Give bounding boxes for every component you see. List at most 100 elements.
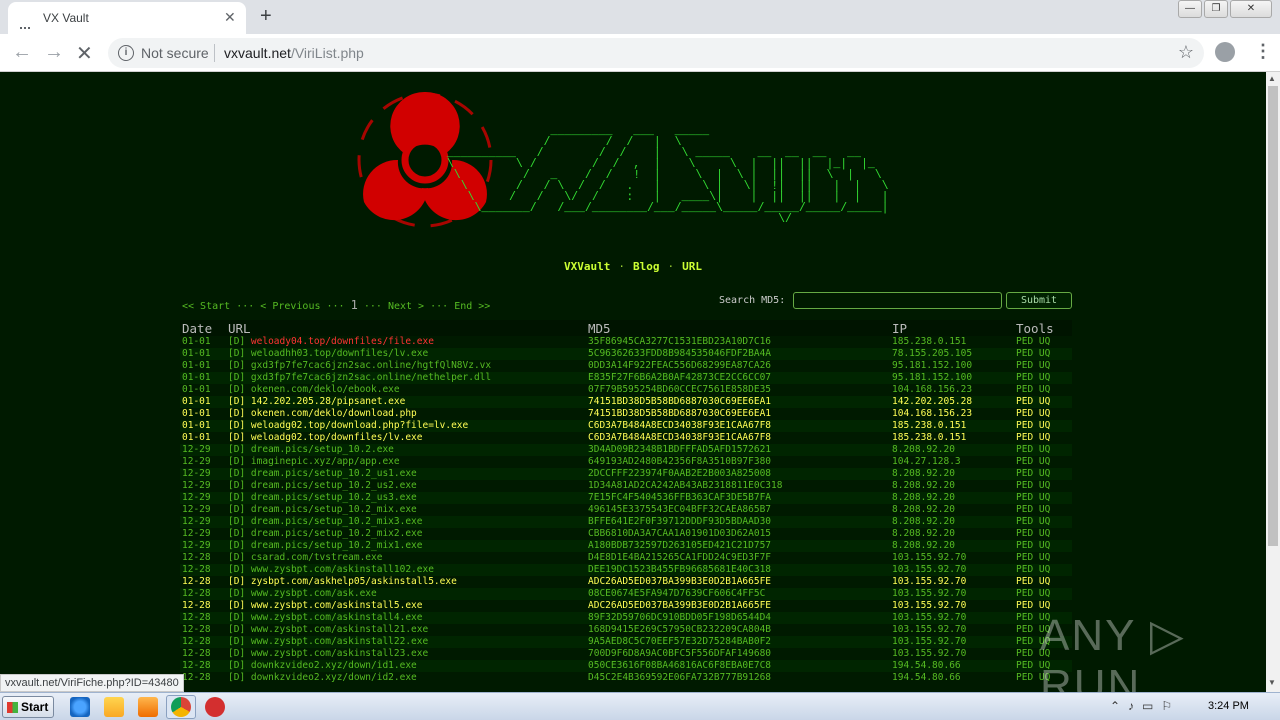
menu-dots-icon[interactable]: ⋮ (1254, 41, 1272, 62)
search-md5-input[interactable] (793, 292, 1002, 309)
uq-link[interactable]: UQ (1039, 528, 1050, 539)
row-md5-link[interactable]: 74151BD38D5B58BD6887030C69EE6EA1 (588, 408, 771, 420)
ped-link[interactable]: PED (1016, 384, 1033, 395)
ped-link[interactable]: PED (1016, 564, 1033, 575)
ped-link[interactable]: PED (1016, 552, 1033, 563)
row-md5-link[interactable]: 35F86945CA3277C1531EBD23A10D7C16 (588, 336, 771, 348)
submit-button[interactable]: Submit (1006, 292, 1072, 309)
ped-link[interactable]: PED (1016, 576, 1033, 587)
nav-blog-link[interactable]: Blog (633, 260, 660, 273)
uq-link[interactable]: UQ (1039, 516, 1050, 527)
row-url-link[interactable]: weloady04.top/downfiles/file.exe (251, 336, 434, 347)
system-tray-icons[interactable]: ⌃♪▭⚐ (1110, 699, 1180, 713)
download-link[interactable]: [D] (228, 636, 245, 647)
download-link[interactable]: [D] (228, 648, 245, 659)
row-md5-link[interactable]: C6D3A7B484A8ECD34038F93E1CAA67F8 (588, 420, 771, 432)
download-link[interactable]: [D] (228, 372, 245, 383)
back-arrow-icon[interactable]: ← (12, 41, 32, 64)
row-url-link[interactable]: www.zysbpt.com/askinstall21.exe (251, 624, 428, 635)
ped-link[interactable]: PED (1016, 420, 1033, 431)
ped-link[interactable]: PED (1016, 612, 1033, 623)
row-md5-link[interactable]: BFFE641E2F0F39712DDDF93D5BDAAD30 (588, 516, 771, 528)
row-url-link[interactable]: dream.pics/setup_10.2_mix3.exe (251, 516, 423, 527)
row-url-link[interactable]: zysbpt.com/askhelp05/askinstall5.exe (251, 576, 457, 587)
download-link[interactable]: [D] (228, 600, 245, 611)
row-url-link[interactable]: www.zysbpt.com/askinstall5.exe (251, 600, 423, 611)
row-url-link[interactable]: downkzvideo2.xyz/down/id1.exe (251, 660, 417, 671)
row-md5-link[interactable]: 168D9415E269C57950CB232209CA804B (588, 624, 771, 636)
row-url-link[interactable]: weloadg02.top/downfiles/lv.exe (251, 432, 423, 443)
uq-link[interactable]: UQ (1039, 396, 1050, 407)
row-md5-link[interactable]: 5C96362633FDD8B984535046FDF2BA4A (588, 348, 771, 360)
row-md5-link[interactable]: CBB6810DA3A7CAA1A01901D03D62A015 (588, 528, 771, 540)
row-md5-link[interactable]: 08CE0674E5FA947D7639CF606C4FF5C (588, 588, 765, 600)
row-md5-link[interactable]: 2DCCFFF223974F0AAB2E2B003A825008 (588, 468, 771, 480)
uq-link[interactable]: UQ (1039, 564, 1050, 575)
tab-vx-vault[interactable]: VX Vault ✕ (8, 2, 246, 34)
bookmark-star-icon[interactable]: ☆ (1178, 42, 1194, 63)
download-link[interactable]: [D] (228, 564, 245, 575)
internet-explorer-icon[interactable] (70, 697, 90, 717)
ped-link[interactable]: PED (1016, 648, 1033, 659)
uq-link[interactable]: UQ (1039, 492, 1050, 503)
ped-link[interactable]: PED (1016, 516, 1033, 527)
download-link[interactable]: [D] (228, 420, 245, 431)
row-url-link[interactable]: weloadg02.top/download.php?file=lv.exe (251, 420, 468, 431)
row-md5-link[interactable]: D45C2E4B369592E06FA732B777B91268 (588, 672, 771, 684)
uq-link[interactable]: UQ (1039, 336, 1050, 347)
page-scrollbar[interactable]: ▲ ▼ (1266, 72, 1280, 692)
row-url-link[interactable]: gxd3fp7fe7cac6jzn2sac.online/hgtfQlN8Vz.… (251, 360, 491, 371)
row-md5-link[interactable]: 74151BD38D5B58BD6887030C69EE6EA1 (588, 396, 771, 408)
row-md5-link[interactable]: 1D34A81AD2CA242AB43AB2318811E0C318 (588, 480, 782, 492)
uq-link[interactable]: UQ (1039, 420, 1050, 431)
ped-link[interactable]: PED (1016, 396, 1033, 407)
row-md5-link[interactable]: A180BDB732597D263105ED421C21D757 (588, 540, 771, 552)
download-link[interactable]: [D] (228, 384, 245, 395)
media-player-icon[interactable] (138, 697, 158, 717)
row-md5-link[interactable]: 9A5AED8C5C70EEF57E32D75284BAB0F2 (588, 636, 771, 648)
row-url-link[interactable]: downkzvideo2.xyz/down/id2.exe (251, 672, 417, 683)
row-md5-link[interactable]: 0DD3A14F922FEAC556D68299EA87CA26 (588, 360, 771, 372)
stop-sign-icon[interactable] (205, 697, 225, 717)
uq-link[interactable]: UQ (1039, 348, 1050, 359)
row-url-link[interactable]: dream.pics/setup_10.2_mix2.exe (251, 528, 423, 539)
ped-link[interactable]: PED (1016, 444, 1033, 455)
download-link[interactable]: [D] (228, 624, 245, 635)
download-link[interactable]: [D] (228, 612, 245, 623)
profile-avatar-icon[interactable] (1215, 42, 1235, 62)
ped-link[interactable]: PED (1016, 624, 1033, 635)
ped-link[interactable]: PED (1016, 660, 1033, 671)
nav-url-link[interactable]: URL (682, 260, 702, 273)
row-md5-link[interactable]: DEE19DC1523B455FB96685681E40C318 (588, 564, 771, 576)
uq-link[interactable]: UQ (1039, 408, 1050, 419)
download-link[interactable]: [D] (228, 408, 245, 419)
uq-link[interactable]: UQ (1039, 588, 1050, 599)
row-url-link[interactable]: okenen.com/deklo/download.php (251, 408, 417, 419)
row-md5-link[interactable]: ADC26AD5ED037BA399B3E0D2B1A665FE (588, 600, 771, 612)
download-link[interactable]: [D] (228, 480, 245, 491)
ped-link[interactable]: PED (1016, 360, 1033, 371)
minimize-button[interactable]: — (1178, 0, 1202, 18)
uq-link[interactable]: UQ (1039, 576, 1050, 587)
download-link[interactable]: [D] (228, 396, 245, 407)
row-url-link[interactable]: imaginepic.xyz/app/app.exe (251, 456, 400, 467)
nav-vxvault-link[interactable]: VXVault (564, 260, 610, 273)
scroll-thumb[interactable] (1268, 86, 1278, 546)
uq-link[interactable]: UQ (1039, 540, 1050, 551)
ped-link[interactable]: PED (1016, 540, 1033, 551)
row-url-link[interactable]: dream.pics/setup_10.2_us3.exe (251, 492, 417, 503)
row-url-link[interactable]: dream.pics/setup_10.2.exe (251, 444, 394, 455)
row-md5-link[interactable]: 7E15FC4F5404536FFB363CAF3DE5B7FA (588, 492, 771, 504)
pager-end-link[interactable]: End >> (454, 301, 490, 312)
ped-link[interactable]: PED (1016, 528, 1033, 539)
ped-link[interactable]: PED (1016, 504, 1033, 515)
ped-link[interactable]: PED (1016, 432, 1033, 443)
pager-next-link[interactable]: Next > (388, 301, 424, 312)
uq-link[interactable]: UQ (1039, 432, 1050, 443)
uq-link[interactable]: UQ (1039, 384, 1050, 395)
address-bar[interactable]: i Not secure vxvault.net/ViriList.php ☆ (108, 38, 1204, 68)
ped-link[interactable]: PED (1016, 672, 1033, 683)
row-md5-link[interactable]: 07F79B595254BD60CCEC7561E858DE35 (588, 384, 771, 396)
download-link[interactable]: [D] (228, 588, 245, 599)
download-link[interactable]: [D] (228, 432, 245, 443)
